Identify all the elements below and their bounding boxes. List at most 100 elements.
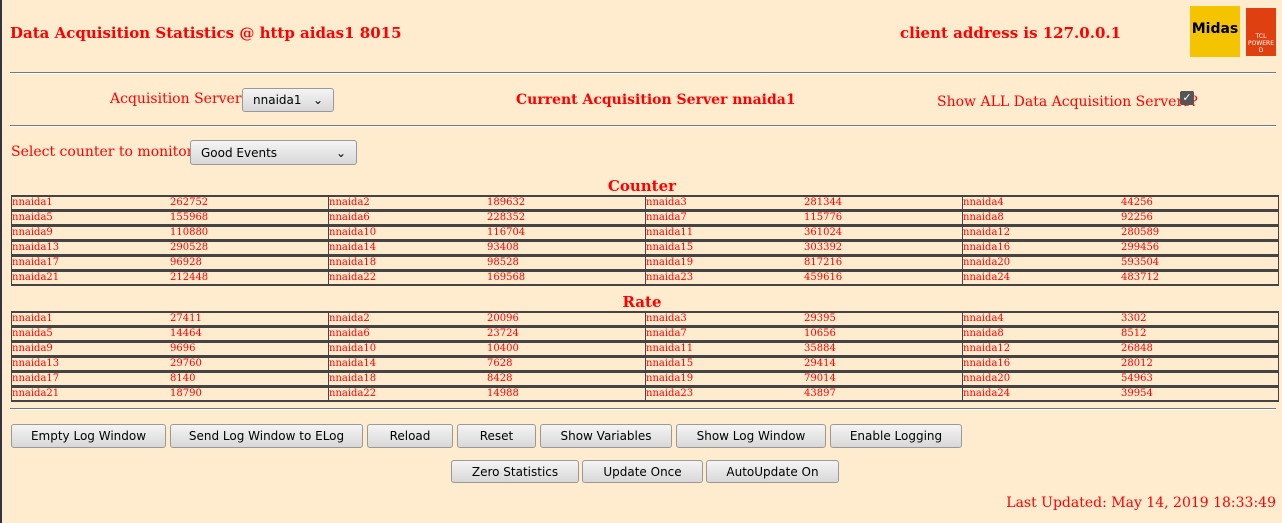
tcl-logo: TCL POWERED	[1246, 8, 1276, 56]
server-name: nnaida24	[963, 388, 1011, 399]
server-name: nnaida17	[12, 373, 60, 384]
chevron-down-icon: ⌄	[335, 145, 346, 160]
server-name: nnaida11	[646, 227, 694, 238]
zero-statistics-button[interactable]: Zero Statistics	[451, 460, 579, 483]
server-cell: nnaida1 27411	[12, 313, 329, 325]
server-name: nnaida20	[963, 373, 1011, 384]
send-elog-button[interactable]: Send Log Window to ELog	[170, 424, 363, 448]
server-name: nnaida4	[963, 197, 1004, 208]
server-value: 79014	[804, 373, 836, 384]
server-value: 29760	[170, 358, 202, 369]
server-cell: nnaida13 290528	[12, 242, 329, 254]
server-value: 14988	[487, 388, 519, 399]
server-cell: nnaida17 96928	[12, 257, 329, 269]
server-name: nnaida2	[329, 197, 370, 208]
server-value: 361024	[804, 227, 843, 238]
server-cell: nnaida19 79014	[646, 373, 963, 385]
autoupdate-button[interactable]: AutoUpdate On	[706, 460, 839, 483]
server-value: 44256	[1121, 197, 1153, 208]
server-name: nnaida16	[963, 358, 1011, 369]
server-name: nnaida5	[12, 212, 53, 223]
server-value: 8428	[487, 373, 513, 384]
tcl-logo-text: TCL POWERED	[1247, 33, 1275, 54]
server-value: 23724	[487, 328, 519, 339]
enable-logging-button[interactable]: Enable Logging	[830, 424, 962, 448]
server-cell: nnaida22 169568	[329, 272, 646, 284]
server-name: nnaida22	[329, 388, 377, 399]
divider	[10, 125, 1276, 127]
show-all-checkbox[interactable]: ✓	[1180, 91, 1194, 105]
server-value: 39954	[1121, 388, 1153, 399]
server-name: nnaida6	[329, 212, 370, 223]
server-cell: nnaida16 299456	[963, 242, 1279, 254]
server-cell: nnaida17 8140	[12, 373, 329, 385]
server-name: nnaida8	[963, 212, 1004, 223]
server-cell: nnaida2 189632	[329, 197, 646, 209]
server-value: 110880	[170, 227, 209, 238]
empty-log-button[interactable]: Empty Log Window	[11, 424, 166, 448]
server-value: 280589	[1121, 227, 1160, 238]
server-cell: nnaida18 98528	[329, 257, 646, 269]
divider	[10, 408, 1276, 410]
server-name: nnaida5	[12, 328, 53, 339]
server-value: 483712	[1121, 272, 1160, 283]
server-cell: nnaida9 9696	[12, 343, 329, 355]
server-cell: nnaida20 593504	[963, 257, 1279, 269]
counter-heading: Counter	[607, 177, 677, 195]
server-value: 10400	[487, 343, 519, 354]
counter-select[interactable]: Good Events ⌄	[190, 140, 357, 165]
server-value: 459616	[804, 272, 843, 283]
server-name: nnaida23	[646, 388, 694, 399]
server-value: 20096	[487, 313, 519, 324]
server-value: 7628	[487, 358, 513, 369]
table-row: nnaida5 155968 nnaida6 228352 nnaida7 115776 n…	[11, 210, 1279, 225]
server-name: nnaida14	[329, 242, 377, 253]
server-value: 96928	[170, 257, 202, 268]
server-cell: nnaida7 10656	[646, 328, 963, 340]
server-cell: nnaida22 14988	[329, 388, 646, 400]
server-name: nnaida18	[329, 373, 377, 384]
server-cell: nnaida1 262752	[12, 197, 329, 209]
server-value: 155968	[170, 212, 209, 223]
server-cell: nnaida12 280589	[963, 227, 1279, 239]
server-value: 10656	[804, 328, 836, 339]
update-once-button[interactable]: Update Once	[582, 460, 703, 483]
divider	[10, 72, 1276, 74]
server-value: 3302	[1121, 313, 1147, 324]
server-name: nnaida11	[646, 343, 694, 354]
midas-logo: Midas	[1190, 6, 1240, 57]
server-cell: nnaida18 8428	[329, 373, 646, 385]
rate-table: nnaida1 27411 nnaida2 20096 nnaida3 29395 nnai…	[11, 311, 1279, 402]
server-name: nnaida23	[646, 272, 694, 283]
server-cell: nnaida3 281344	[646, 197, 963, 209]
server-name: nnaida21	[12, 388, 60, 399]
table-row: nnaida5 14464 nnaida6 23724 nnaida7 10656 nnai…	[11, 326, 1279, 341]
server-name: nnaida14	[329, 358, 377, 369]
server-value: 18790	[170, 388, 202, 399]
server-value: 228352	[487, 212, 526, 223]
server-value: 14464	[170, 328, 202, 339]
table-row: nnaida1 27411 nnaida2 20096 nnaida3 29395 nnai…	[11, 311, 1279, 326]
server-name: nnaida15	[646, 242, 694, 253]
reload-button[interactable]: Reload	[367, 424, 453, 448]
show-log-window-button[interactable]: Show Log Window	[676, 424, 826, 448]
server-cell: nnaida13 29760	[12, 358, 329, 370]
selected-server: nnaida1	[253, 93, 302, 107]
server-value: 28012	[1121, 358, 1153, 369]
table-row: nnaida13 290528 nnaida14 93408 nnaida15 30339…	[11, 240, 1279, 255]
reset-button[interactable]: Reset	[457, 424, 536, 448]
server-name: nnaida19	[646, 257, 694, 268]
server-value: 262752	[170, 197, 209, 208]
server-name: nnaida12	[963, 227, 1011, 238]
server-name: nnaida1	[12, 197, 53, 208]
acquisition-server-select[interactable]: nnaida1 ⌄	[242, 88, 334, 112]
table-row: nnaida21 212448 nnaida22 169568 nnaida23 4596…	[11, 270, 1279, 286]
server-value: 115776	[804, 212, 843, 223]
server-cell: nnaida8 8512	[963, 328, 1279, 340]
chevron-down-icon: ⌄	[312, 93, 323, 107]
server-cell: nnaida9 110880	[12, 227, 329, 239]
show-variables-button[interactable]: Show Variables	[540, 424, 672, 448]
server-value: 8140	[170, 373, 196, 384]
server-value: 35884	[804, 343, 836, 354]
server-name: nnaida20	[963, 257, 1011, 268]
